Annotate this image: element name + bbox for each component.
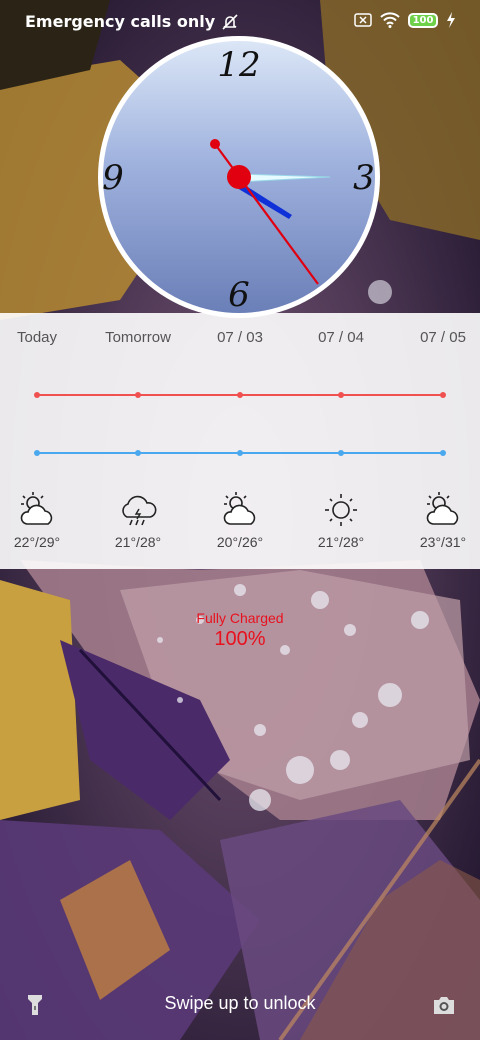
low-temp-point [237,450,243,456]
sim-none-icon [354,13,372,27]
battery-icon: 100 [408,12,438,28]
temperature-trend-chart [34,392,446,456]
clock-numeral-3: 3 [353,158,375,198]
clock-numeral-9: 9 [102,158,124,198]
low-temp-point [135,450,141,456]
clock-numeral-6: 6 [228,275,250,315]
battery-level: 100 [412,14,434,26]
charging-bolt-icon [447,12,455,28]
wifi-icon [380,12,400,28]
swipe-to-unlock-hint[interactable]: Swipe up to unlock [0,993,480,1014]
forecast-temp-range: 20°/26° [216,534,264,550]
high-temp-point [34,392,40,398]
sun-icon [325,494,357,526]
clock-numeral-12: 12 [217,45,260,85]
clock-center [227,165,251,189]
high-temp-point [237,392,243,398]
high-temp-point [135,392,141,398]
camera-icon[interactable] [432,995,456,1015]
charging-percent: 100% [214,628,266,650]
sun-cloud-icon [223,492,256,525]
forecast-temp-range: 23°/31° [419,534,467,550]
status-bar-left: Emergency calls only [25,12,239,31]
forecast-temp-range: 21°/28° [317,534,365,550]
sun-cloud-icon [426,492,459,525]
status-bar-right: 100 [354,12,456,28]
weather-forecast-panel: Today Tomorrow 07 / 03 07 / 04 07 / 05 2… [0,313,480,569]
forecast-temp-range: 21°/28° [114,534,162,550]
high-temp-point [338,392,344,398]
sun-cloud-icon [20,492,53,525]
forecast-temp-range: 22°/29° [13,534,61,550]
alarm-off-icon [222,13,238,30]
low-temp-point [440,450,446,456]
analog-clock: 12 3 6 9 [98,36,380,318]
rain-cloud-icon [122,495,157,526]
carrier-text: Emergency calls only [25,12,216,31]
charging-status-title: Fully Charged [196,610,284,626]
low-temp-point [34,450,40,456]
low-temp-point [338,450,344,456]
high-temp-point [440,392,446,398]
